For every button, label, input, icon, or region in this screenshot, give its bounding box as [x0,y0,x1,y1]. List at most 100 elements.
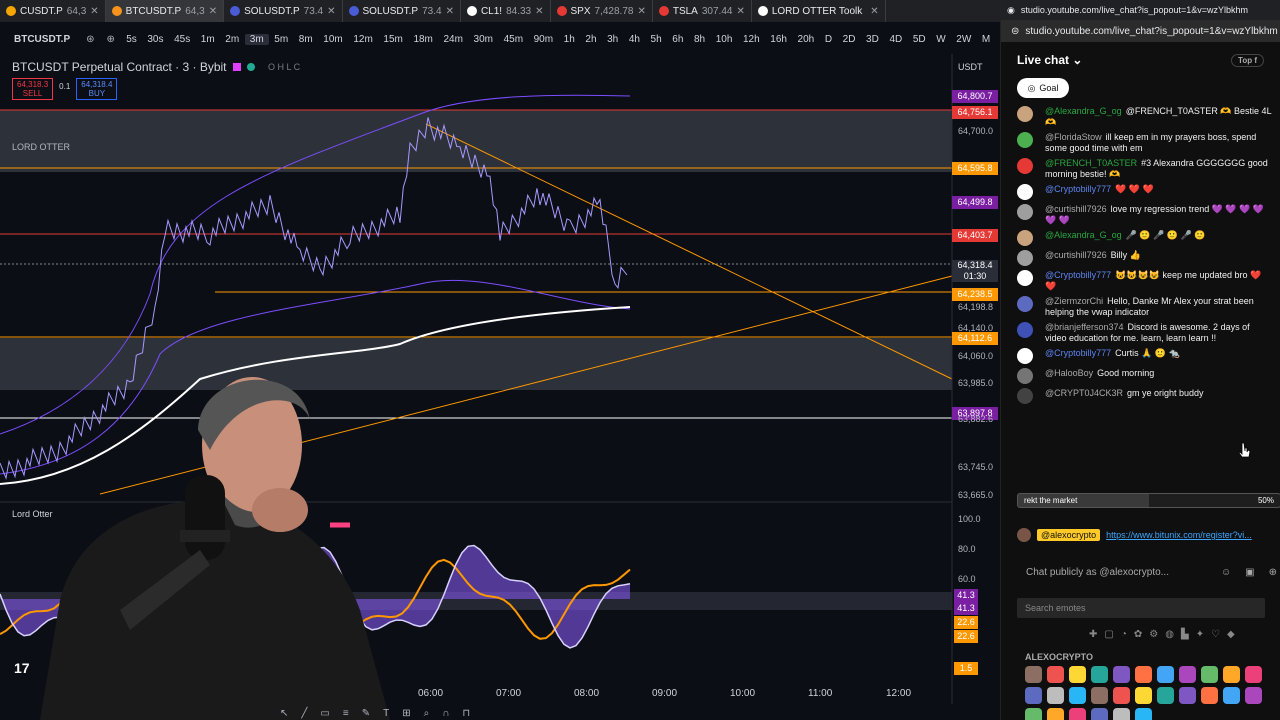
channel-emote-icon[interactable] [1223,666,1240,683]
timeframe-16h[interactable]: 16h [765,34,792,45]
poll-bar[interactable]: rekt the market 50% [1017,493,1280,508]
zoom-tool-icon[interactable]: ⌕ [424,708,430,720]
channel-emote-icon[interactable] [1179,687,1196,704]
chat-avatar[interactable] [1017,388,1033,404]
cursor-tool-icon[interactable]: ↖ [280,708,288,720]
pinned-link[interactable]: https://www.bitunix.com/register?vi... [1106,530,1252,540]
tab-close-icon[interactable]: ✕ [209,6,217,17]
tab-close-icon[interactable]: ✕ [90,6,98,17]
channel-emote-icon[interactable] [1113,687,1130,704]
chat-author[interactable]: @HalooBoy [1045,368,1093,378]
chat-author[interactable]: @ZiermzorChi [1045,296,1103,306]
chart-legend[interactable]: BTCUSDT Perpetual Contract · 3 · Bybit [12,60,255,74]
channel-emote-icon[interactable] [1157,687,1174,704]
chat-message[interactable]: @Cryptobilly777 😺😺😺😺 keep me updated bro … [1001,268,1280,294]
chat-author[interactable]: @curtishill7926 [1045,204,1107,214]
chat-message[interactable]: @curtishill7926 Billy 👍 [1001,248,1280,268]
timeframe-8h[interactable]: 8h [689,34,711,45]
timeframe-M[interactable]: M [977,34,996,45]
tab-close-icon[interactable]: ✕ [327,6,335,17]
timeframe-5m[interactable]: 5m [269,34,294,45]
timeframe-D[interactable]: D [820,34,838,45]
emote-category-food-icon[interactable]: ◍ [1165,629,1174,640]
timeframe-12h[interactable]: 12h [738,34,765,45]
buy-button[interactable]: 64,318.4 BUY [76,78,118,100]
timeframe-1m[interactable]: 1m [196,34,221,45]
chat-message[interactable]: @brianjefferson374 Discord is awesome. 2 … [1001,320,1280,346]
channel-emote-icon[interactable] [1047,708,1064,720]
channel-emote-icon[interactable] [1245,687,1262,704]
chat-message[interactable]: @FRENCH_T0ASTER #3 Alexandra GGGGGGG good… [1001,156,1280,182]
timeframe-2m[interactable]: 2m [220,34,245,45]
emote-category-travel-icon[interactable]: ▙ [1181,629,1189,640]
chat-message[interactable]: @Alexandra_G_og @FRENCH_T0ASTER 🫶 Bestie … [1001,104,1280,130]
chat-avatar[interactable] [1017,132,1033,148]
chat-message-list[interactable]: @Alexandra_G_og @FRENCH_T0ASTER 🫶 Bestie … [1001,104,1280,406]
chat-author[interactable]: @brianjefferson374 [1045,322,1124,332]
timeframe-3m[interactable]: 3m [244,33,269,45]
brush-tool-icon[interactable]: ✎ [362,708,370,720]
text-tool-icon[interactable]: T [383,708,389,720]
timeframe-4D[interactable]: 4D [884,34,907,45]
chat-message[interactable]: @Cryptobilly777 Curtis 🙏 🙂 🐀 [1001,346,1280,366]
sell-button[interactable]: 64,318.3 SELL [12,78,54,100]
emote-category-recent-icon[interactable]: ✚ [1089,629,1097,640]
channel-emote-icon[interactable] [1047,687,1064,704]
timeframe-2W[interactable]: 2W [951,34,977,45]
line-tool-icon[interactable]: ╱ [301,708,307,720]
emote-category-channel-icon[interactable]: ▢ [1104,629,1113,640]
add-symbol-icon[interactable]: ⊕ [101,34,121,45]
chat-mode-dropdown[interactable]: Live chat ⌄ [1017,53,1082,67]
timeframe-2h[interactable]: 2h [580,34,602,45]
channel-emote-icon[interactable] [1025,687,1042,704]
channel-emote-icon[interactable] [1135,666,1152,683]
indicator-label[interactable]: LORD OTTER [12,142,70,152]
tab-close-icon[interactable]: ✕ [446,6,454,17]
timeframe-10h[interactable]: 10h [710,34,737,45]
chat-input[interactable]: Chat publicly as @alexocrypto... [1017,567,1169,578]
timeframe-2D[interactable]: 2D [837,34,860,45]
chat-author[interactable]: @Cryptobilly777 [1045,348,1111,358]
timeframe-90m[interactable]: 90m [528,34,558,45]
chat-message[interactable]: @CRYPT0J4CK3R gm ye oright buddy [1001,386,1280,406]
chat-message[interactable]: @FloridaStow ill keep em in my prayers bo… [1001,130,1280,156]
channel-emote-icon[interactable] [1135,708,1152,720]
channel-emote-icon[interactable] [1091,687,1108,704]
timeframe-30m[interactable]: 30m [468,34,498,45]
timeframe-3D[interactable]: 3D [861,34,884,45]
timeframe-5h[interactable]: 5h [645,34,667,45]
super-chat-icon[interactable]: ▣ [1245,567,1254,578]
browser-tab[interactable]: LORD OTTER Toolk ✕ [752,0,886,22]
pinned-message[interactable]: @alexocrypto https://www.bitunix.com/reg… [1017,528,1252,542]
goal-button[interactable]: ◎ Goal [1017,78,1069,98]
timeframe-5D[interactable]: 5D [908,34,931,45]
browser-tab[interactable]: BTCUSDT.P 64,3 ✕ [105,0,225,22]
tab-close-icon[interactable]: ✕ [637,6,645,17]
timeframe-8m[interactable]: 8m [294,34,319,45]
timeframe-3h[interactable]: 3h [602,34,624,45]
chat-avatar[interactable] [1017,204,1033,220]
chat-message[interactable]: @Alexandra_G_og 🎤 🙂 🎤 🙂 🎤 🙂 [1001,228,1280,248]
chat-avatar[interactable] [1017,296,1033,312]
timeframe-4h[interactable]: 4h [624,34,646,45]
channel-emote-icon[interactable] [1157,666,1174,683]
timeframe-15m[interactable]: 15m [378,34,408,45]
emoji-icon[interactable]: ☺ [1221,567,1231,578]
browser-tab[interactable]: SOLUSDT.P 73.4 ✕ [224,0,343,22]
timeframe-18m[interactable]: 18m [408,34,438,45]
channel-emote-icon[interactable] [1179,666,1196,683]
emote-category-symbols-icon[interactable]: ◆ [1227,629,1235,640]
chat-avatar[interactable] [1017,270,1033,286]
chat-url-bar[interactable]: ⊜ studio.youtube.com/live_chat?is_popout… [1001,20,1280,42]
magnet-tool-icon[interactable]: ∩ [442,708,449,720]
channel-emote-icon[interactable] [1069,687,1086,704]
timeframe-30s[interactable]: 30s [142,34,169,45]
chat-author[interactable]: @curtishill7926 [1045,250,1107,260]
timeframe-24m[interactable]: 24m [438,34,468,45]
timeframe-10m[interactable]: 10m [318,34,348,45]
chat-message[interactable]: @HalooBoy Good morning [1001,366,1280,386]
tab-close-icon[interactable]: ✕ [535,6,543,17]
symbol-search[interactable]: BTCUSDT.P [0,34,80,45]
chat-avatar[interactable] [1017,184,1033,200]
channel-emote-icon[interactable] [1091,666,1108,683]
